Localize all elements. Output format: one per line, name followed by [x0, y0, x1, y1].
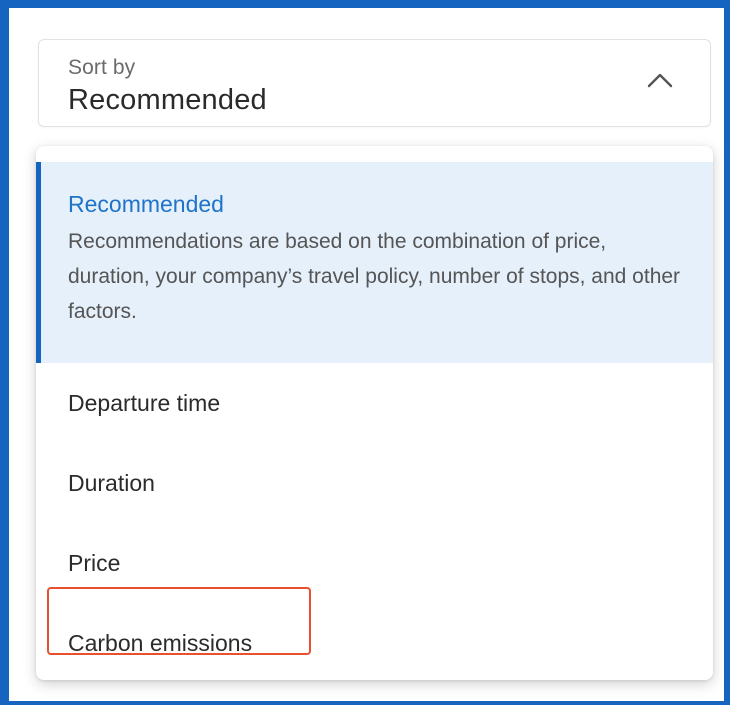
sort-option-recommended[interactable]: Recommended Recommendations are based on… — [36, 162, 713, 363]
sort-option-duration[interactable]: Duration — [36, 443, 713, 523]
sort-option-description: Recommendations are based on the combina… — [68, 230, 681, 323]
sort-option-label: Departure time — [68, 389, 221, 416]
sort-option-label: Recommended — [68, 191, 224, 217]
sort-by-select[interactable]: Sort by Recommended — [38, 39, 711, 127]
sort-option-carbon-emissions[interactable]: Carbon emissions — [36, 603, 713, 680]
sort-option-label: Carbon emissions — [68, 629, 253, 656]
sort-option-departure-time[interactable]: Departure time — [36, 363, 713, 443]
sort-option-label: Duration — [68, 469, 155, 496]
sort-options-menu: Recommended Recommendations are based on… — [36, 146, 713, 680]
sort-by-value: Recommended — [68, 84, 267, 116]
sort-by-label: Sort by — [68, 56, 136, 79]
chevron-up-icon[interactable] — [646, 70, 674, 90]
sort-option-price[interactable]: Price — [36, 523, 713, 603]
sort-option-label: Price — [68, 549, 121, 576]
